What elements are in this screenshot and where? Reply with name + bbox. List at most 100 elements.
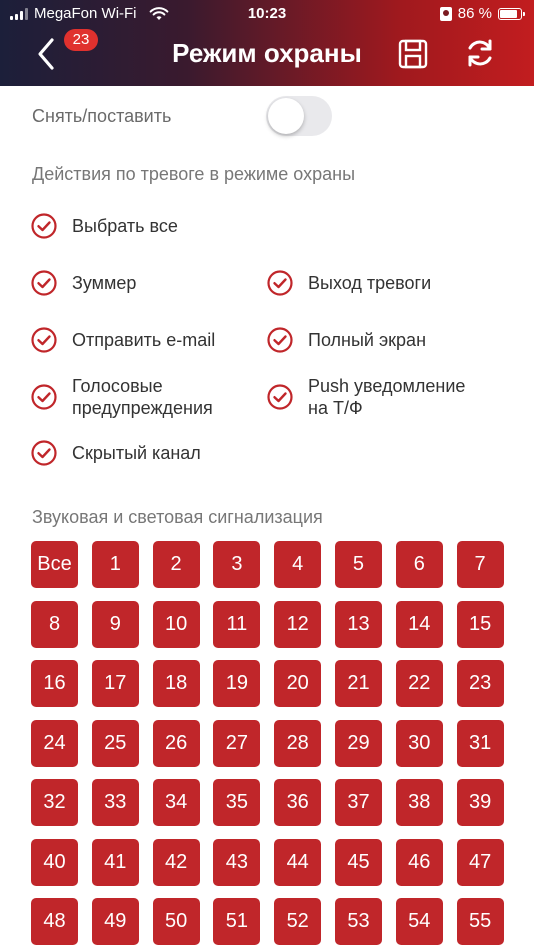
signal-cell[interactable]: 42 [152,838,200,886]
signal-cell[interactable]: 5 [334,541,382,588]
select-all-label: Выбрать все [72,216,178,236]
arm-toggle-row: Снять/поставить [32,96,512,136]
signal-cell[interactable]: 37 [334,779,382,826]
push-line1: Push уведомление [308,376,466,396]
chevron-left-icon[interactable] [32,36,62,72]
signal-cell[interactable]: 23 [456,660,504,707]
signal-cell[interactable]: 20 [274,660,322,707]
push-line2: на Т/Ф [308,398,363,418]
signal-cell[interactable]: 49 [91,898,139,945]
signal-cell[interactable]: 18 [152,660,200,707]
signal-cell[interactable]: 16 [31,660,78,707]
signal-cell[interactable]: 7 [456,541,504,588]
signal-cell[interactable]: 40 [31,838,78,886]
signal-cell[interactable]: 43 [213,838,261,886]
hidden-channel-checkbox[interactable]: Скрытый канал [31,440,201,466]
signals-section-title: Звуковая и световая сигнализация [32,507,323,527]
signal-cell[interactable]: 29 [334,719,382,767]
signal-cell[interactable]: 19 [213,660,261,707]
signal-cell[interactable]: 2 [152,541,200,588]
alarm-output-checkbox[interactable]: Выход тревоги [267,270,431,296]
arm-toggle-label: Снять/поставить [32,106,172,126]
signal-cell[interactable]: 26 [152,719,200,767]
check-circle-icon [31,440,57,466]
signal-cell[interactable]: 24 [31,719,78,767]
signal-cell[interactable]: 45 [334,838,382,886]
signal-grid: Все 1 2 3 4 5 6 7 8 9 10 11 12 13 14 15 16 17 18 19 20 21 22 23… [31,541,504,945]
full-screen-label: Полный экран [308,330,427,350]
signal-cell[interactable]: 41 [91,838,139,886]
signal-cell[interactable]: 50 [152,898,200,945]
signal-cell[interactable]: 44 [274,838,322,886]
signal-cell[interactable]: 48 [31,898,78,945]
refresh-icon[interactable] [463,36,497,70]
buzzer-label: Зуммер [72,273,137,293]
signal-cell[interactable]: 34 [152,779,200,826]
signal-cell[interactable]: 21 [334,660,382,707]
hidden-channel-label: Скрытый канал [72,443,201,463]
signal-cell[interactable]: 46 [395,838,443,886]
push-notification-label: Push уведомление на Т/Ф [308,375,465,419]
signal-cell[interactable]: 6 [395,541,443,588]
signal-cell[interactable]: 9 [91,600,139,648]
toggle-knob [268,98,304,134]
alarm-output-label: Выход тревоги [308,273,432,293]
app-header: MegaFon Wi-Fi 10:23 86 % 23 Режим охраны [0,0,534,86]
signal-cell-all[interactable]: Все [31,541,78,588]
orientation-lock-icon [439,6,452,21]
actions-section-title: Действия по тревоге в режиме охраны [32,164,356,184]
status-bar: MegaFon Wi-Fi 10:23 86 % [0,0,534,28]
signal-cell[interactable]: 17 [91,660,139,707]
check-circle-icon [267,327,293,353]
check-circle-icon [267,384,293,410]
full-screen-checkbox[interactable]: Полный экран [267,327,426,353]
signal-cell[interactable]: 30 [395,719,443,767]
signal-cell[interactable]: 51 [213,898,261,945]
push-notification-checkbox[interactable]: Push уведомление на Т/Ф [267,375,465,419]
signal-cell[interactable]: 52 [274,898,322,945]
signal-cell[interactable]: 35 [213,779,261,826]
signal-cell[interactable]: 39 [456,779,504,826]
send-email-label: Отправить e-mail [72,330,216,350]
signal-cell[interactable]: 1 [91,541,139,588]
signal-cell[interactable]: 54 [395,898,443,945]
signal-cell[interactable]: 31 [456,719,504,767]
voice-alerts-label: Голосовые предупреждения [72,375,213,419]
check-circle-icon [31,213,57,239]
signal-cell[interactable]: 10 [152,600,200,648]
save-icon[interactable] [397,38,429,70]
buzzer-checkbox[interactable]: Зуммер [31,270,136,296]
battery-percent: 86 % [457,5,492,22]
signal-cell[interactable]: 28 [274,719,322,767]
signal-cell[interactable]: 53 [334,898,382,945]
check-circle-icon [31,327,57,353]
signal-cell[interactable]: 3 [213,541,261,588]
voice-alerts-line1: Голосовые [72,376,163,396]
signal-cell[interactable]: 33 [91,779,139,826]
signal-cell[interactable]: 13 [334,600,382,648]
check-circle-icon [31,384,57,410]
select-all-checkbox[interactable]: Выбрать все [31,213,178,239]
signal-cell[interactable]: 47 [456,838,504,886]
signal-cell[interactable]: 15 [456,600,504,648]
signal-cell[interactable]: 38 [395,779,443,826]
arm-toggle-switch[interactable] [266,96,332,136]
signal-cell[interactable]: 55 [456,898,504,945]
signal-cell[interactable]: 11 [213,600,261,648]
send-email-checkbox[interactable]: Отправить e-mail [31,327,215,353]
signal-cell[interactable]: 12 [274,600,322,648]
signal-cell[interactable]: 4 [274,541,322,588]
signal-cell[interactable]: 22 [395,660,443,707]
notification-badge: 23 [64,29,98,51]
signal-cell[interactable]: 27 [213,719,261,767]
signal-cell[interactable]: 36 [274,779,322,826]
signal-cell[interactable]: 14 [395,600,443,648]
check-circle-icon [31,270,57,296]
signal-cell[interactable]: 25 [91,719,139,767]
voice-alerts-checkbox[interactable]: Голосовые предупреждения [31,375,213,419]
battery-icon [498,7,525,20]
signal-cell[interactable]: 32 [31,779,78,826]
voice-alerts-line2: предупреждения [72,398,213,418]
signal-cell[interactable]: 8 [31,600,78,648]
battery-fill [500,9,518,18]
